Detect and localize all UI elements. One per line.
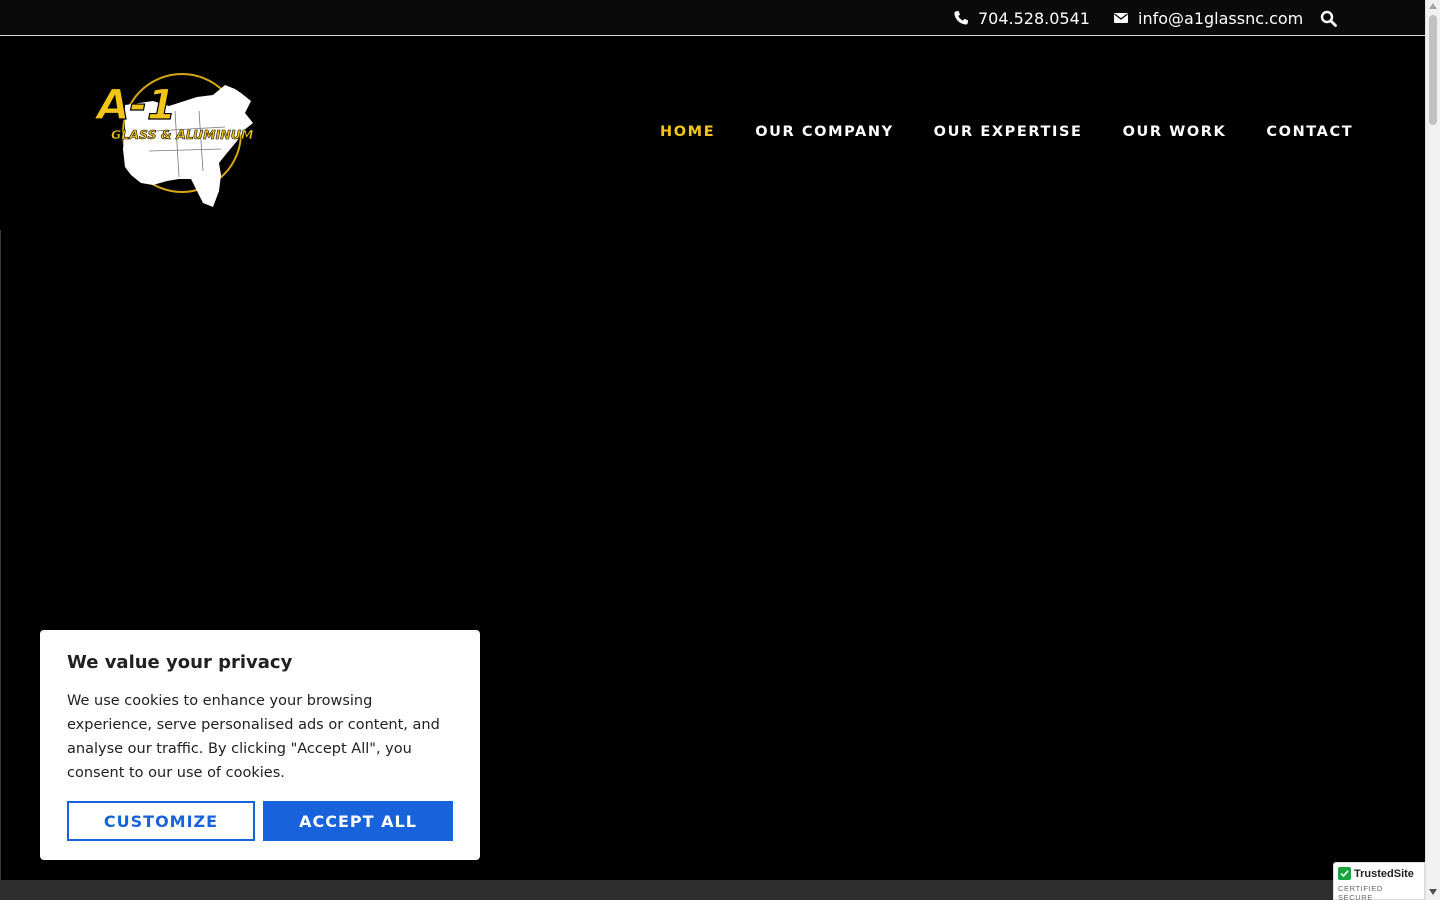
logo-graphic: A-1 GLASS & ALUMINUM	[93, 73, 254, 207]
site-header: A-1 GLASS & ALUMINUM HOME OUR COMPANY OU…	[0, 37, 1425, 230]
search-icon	[1320, 10, 1337, 27]
phone-icon	[954, 11, 968, 25]
cookie-consent-dialog: We value your privacy We use cookies to …	[40, 630, 480, 860]
phone-link[interactable]: 704.528.0541	[953, 0, 1090, 36]
accept-all-button[interactable]: ACCEPT ALL	[263, 801, 453, 841]
email-address: info@a1glassnc.com	[1138, 8, 1304, 28]
nav-item-our-company[interactable]: OUR COMPANY	[735, 119, 913, 145]
scroll-down-icon[interactable]	[1429, 889, 1437, 895]
logo-text-sub: GLASS & ALUMINUM	[111, 127, 254, 142]
footer-strip	[0, 880, 1425, 900]
email-link[interactable]: info@a1glassnc.com	[1113, 0, 1303, 36]
search-button[interactable]	[1318, 0, 1338, 36]
checkmark-icon	[1338, 867, 1351, 880]
trustedsite-badge[interactable]: TrustedSite CERTIFIED SECURE	[1333, 862, 1425, 900]
scrollbar-thumb[interactable]	[1429, 15, 1437, 125]
nav-item-our-work[interactable]: OUR WORK	[1103, 119, 1247, 145]
cookie-body: We use cookies to enhance your browsing …	[67, 693, 440, 781]
logo-text-main: A-1	[95, 80, 176, 129]
nav-item-our-expertise[interactable]: OUR EXPERTISE	[914, 119, 1103, 145]
top-bar: 704.528.0541 info@a1glassnc.com	[0, 0, 1425, 36]
page-scrollbar[interactable]	[1425, 0, 1440, 900]
phone-number: 704.528.0541	[978, 8, 1090, 28]
cookie-title: We value your privacy	[67, 652, 293, 673]
cookie-buttons: CUSTOMIZE ACCEPT ALL	[67, 801, 453, 841]
scroll-up-icon[interactable]	[1429, 3, 1437, 9]
main-nav: HOME OUR COMPANY OUR EXPERTISE OUR WORK …	[640, 119, 1373, 145]
customize-button[interactable]: CUSTOMIZE	[67, 801, 255, 841]
trustedsite-name: TrustedSite	[1354, 867, 1414, 880]
site-logo[interactable]: A-1 GLASS & ALUMINUM	[93, 71, 260, 211]
nav-item-home[interactable]: HOME	[640, 119, 735, 145]
trustedsite-sub: CERTIFIED SECURE	[1338, 884, 1383, 900]
nav-item-contact[interactable]: CONTACT	[1246, 119, 1373, 145]
envelope-icon	[1114, 13, 1128, 23]
